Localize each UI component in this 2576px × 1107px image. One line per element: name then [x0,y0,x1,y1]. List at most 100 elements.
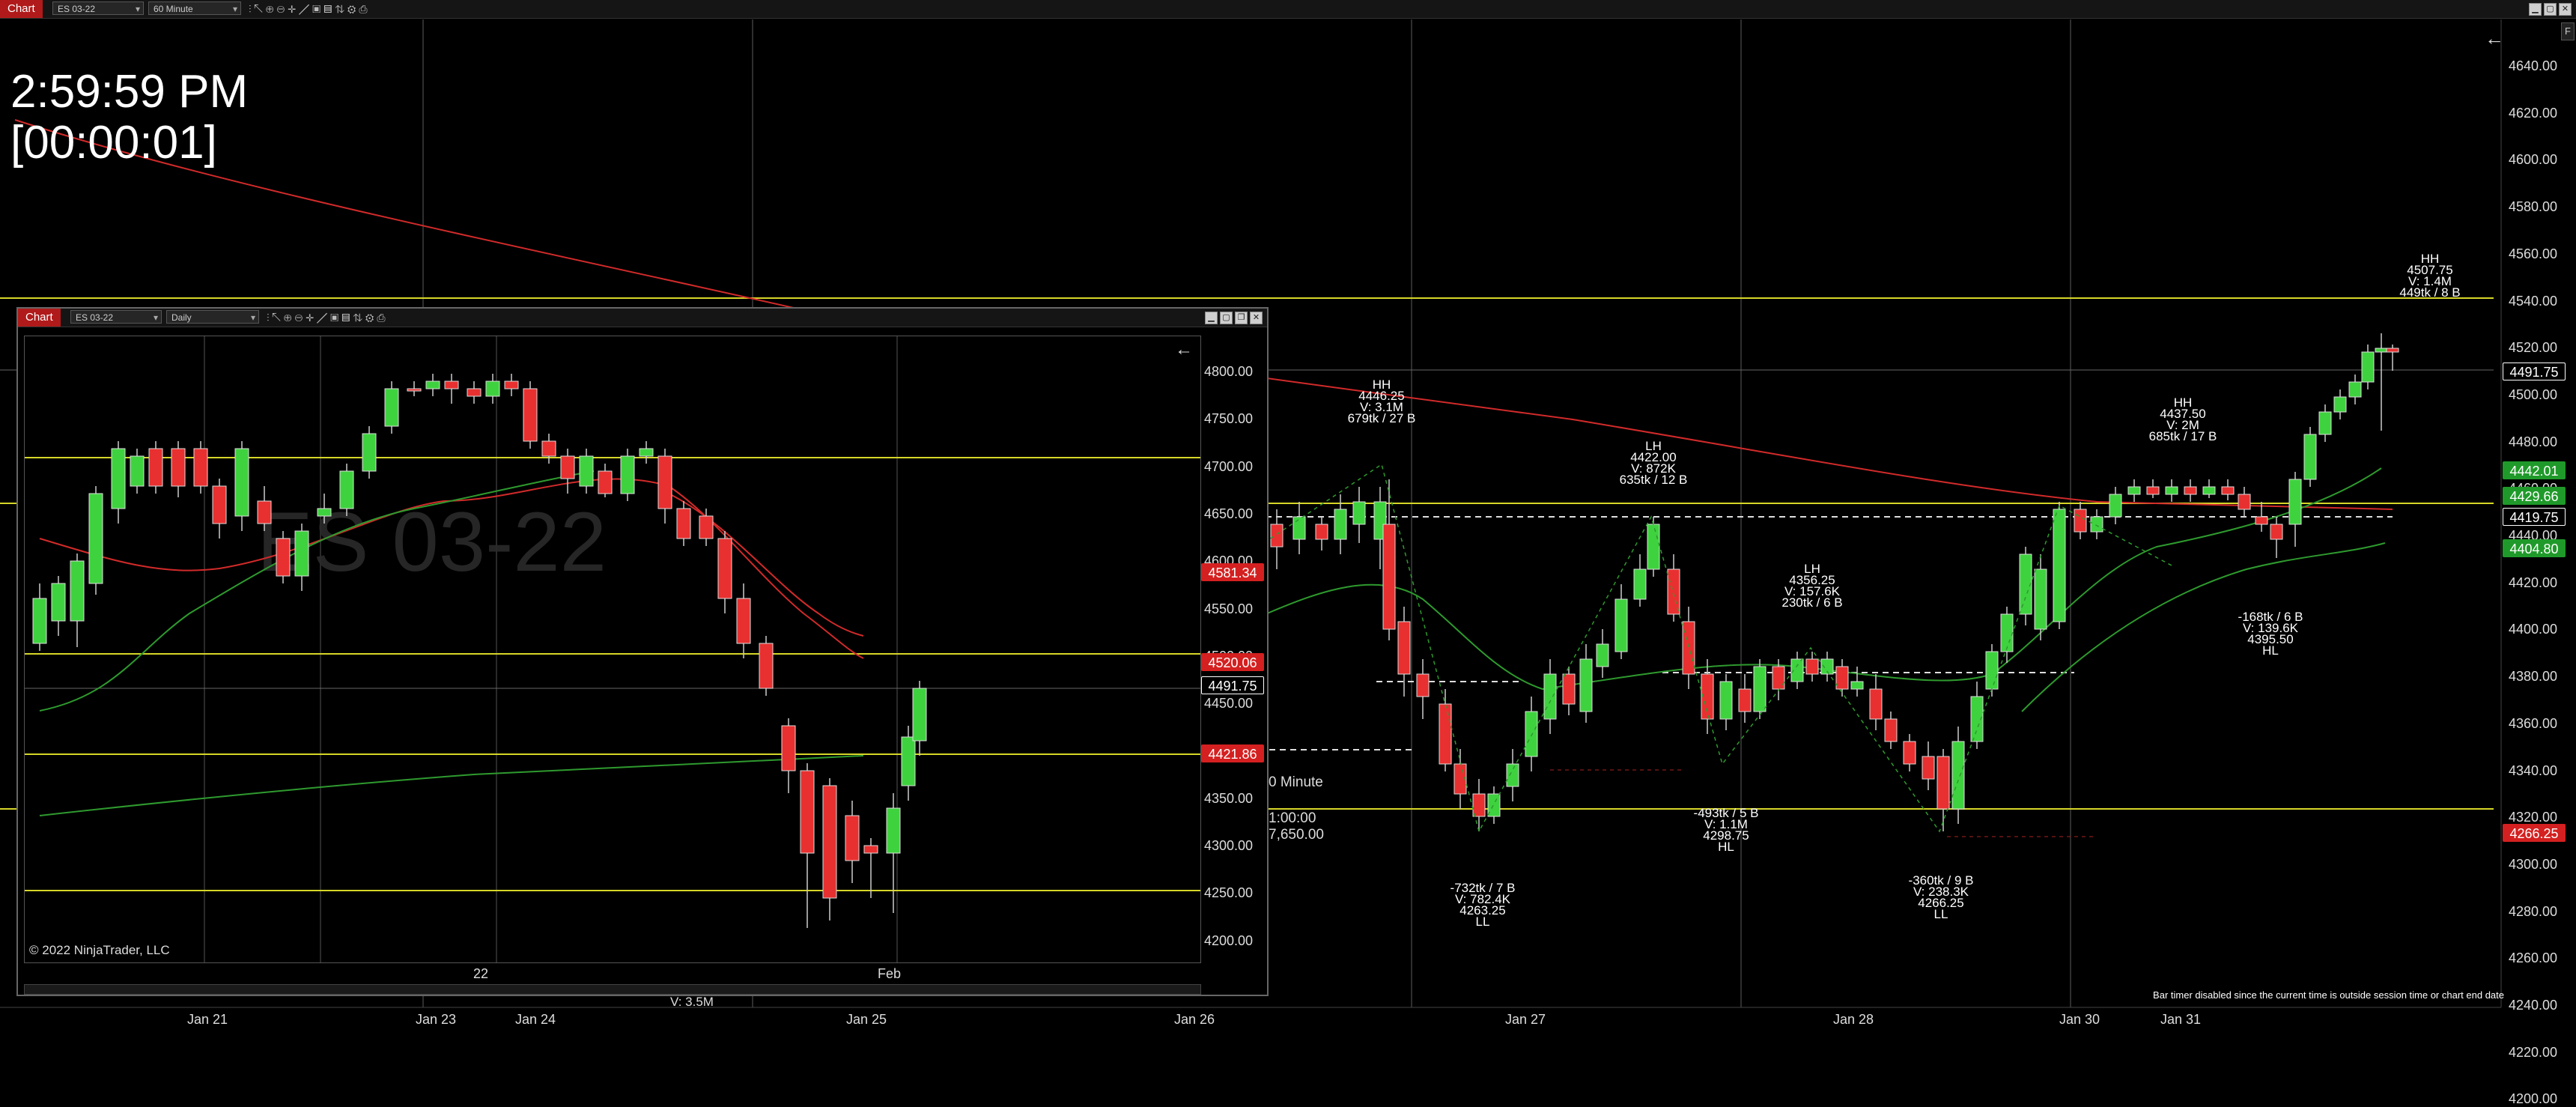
daily-instrument-select[interactable]: ES 03-22 [70,310,162,324]
candle [1682,621,1695,675]
candle [1719,681,1733,720]
candle [2288,479,2302,525]
candle [2333,396,2347,413]
daily-candle [845,815,860,861]
properties-icon[interactable]: ▤ [341,312,353,324]
daily-candle [822,785,837,899]
candle [1487,793,1501,817]
candle [1936,756,1950,810]
daily-candle [257,500,272,524]
swing-label: LH 4422.00 V: 872K 635tk / 12 B [1594,440,1713,486]
price-tag: 4266.25 [2503,824,2566,842]
line-tool-icon[interactable]: ╱ [317,312,330,324]
drawing-tool-icon[interactable]: ↖ [273,312,284,324]
daily-time-axis-label: Feb [878,966,902,981]
close-icon[interactable]: ✕ [1250,312,1263,324]
candle [1525,711,1538,757]
time-axis-label: Jan 24 [515,1012,556,1027]
daily-back-arrow-icon[interactable]: ← [1175,339,1193,360]
candle [1352,501,1366,525]
candle [2375,348,2388,353]
candle [2146,486,2160,495]
minimize-icon[interactable]: ▁ [1205,312,1218,324]
candle [1439,703,1452,765]
candle [2109,494,2122,518]
swing-label: -732tk / 7 B V: 782.4K 4263.25 LL [1423,882,1543,928]
restore-icon[interactable]: ❐ [1235,312,1248,324]
maximize-icon[interactable]: ▢ [1220,312,1233,324]
swing-label: -493tk / 5 B V: 1.1M 4298.75 HL [1666,807,1786,854]
candle [1562,673,1576,705]
daily-time-axis-label: 22 [473,966,489,981]
candle [2221,486,2235,495]
candle [1543,673,1557,720]
candle [2303,434,2317,480]
bar-timer-note: Bar timer disabled since the current tim… [2153,989,2504,1001]
zoom-out-icon[interactable]: ⊖ [294,312,306,324]
price-tag: 4429.66 [2503,487,2566,505]
swing-label: -360tk / 9 B V: 238.3K 4266.25 LL [1881,874,2001,921]
candle [1772,666,1785,690]
candle [1472,793,1486,817]
daily-candle [193,448,208,487]
daily-scrollbar[interactable] [24,984,1201,995]
swing-label-line: 685tk / 17 B [2148,429,2217,443]
time-axis-label: Jan 31 [2160,1012,2202,1027]
daily-horizontal-lines [25,457,1200,891]
indicator-icon[interactable]: ⇅ [353,312,365,324]
time-axis-label: Jan 21 [187,1012,228,1027]
daily-candle [598,470,613,494]
swing-label-line: HL [1718,840,1734,854]
zoom-in-icon[interactable]: ⊕ [284,312,295,324]
strategy-icon[interactable]: ⚙ [365,312,377,324]
candle [1869,688,1883,720]
candle [2255,516,2268,525]
candle [1951,741,1965,810]
candle [2184,486,2197,495]
daily-price-tag: 4581.34 [1201,563,1264,581]
time-axis-label: Jan 25 [846,1012,887,1027]
candle [1596,643,1609,667]
candle [2348,381,2362,398]
main-time-axis[interactable]: Jan 21 Jan 23 Jan 24 Jan 25 Jan 26 Jan 27 Jan … [0,1007,2501,1037]
daily-candle [485,380,500,397]
candle [1738,688,1752,712]
main-price-tags: 4491.75 4442.01 4429.66 4419.75 4404.80 4266.… [2503,0,2570,1049]
daily-candle [425,380,440,389]
daily-chart-tab[interactable]: Chart [18,309,61,327]
candle [2127,486,2141,495]
template-icon[interactable]: ▣ [330,312,341,324]
daily-time-axis[interactable]: 22 Feb [24,965,1200,983]
candle [1647,524,1660,570]
daily-candle [781,725,796,771]
candle [2000,613,2014,652]
candle [1903,741,1916,765]
data-series-icon[interactable]: ⫶ [267,312,273,324]
daily-chart-canvas [25,336,1200,962]
time-axis-label: Jan 28 [1833,1012,1874,1027]
daily-candle [541,440,556,457]
candle [1850,681,1864,690]
attach-icon[interactable]: ⎙ [377,312,388,324]
daily-drawing-tools[interactable]: ⫶↖⊕⊖✛╱▣▤⇅⚙⎙ [267,309,389,327]
candle [1416,673,1430,697]
daily-price-tag: 4520.06 [1201,653,1264,671]
candle [1506,763,1519,787]
time-axis-label: Jan 30 [2059,1012,2100,1027]
swing-label-line: HL [2262,643,2279,658]
daily-candle [467,388,482,397]
daily-candle [657,455,672,509]
crosshair-icon[interactable]: ✛ [306,312,317,324]
daily-candle [444,380,459,389]
candle [2090,516,2103,533]
daily-interval-select[interactable]: Daily [166,310,259,324]
daily-candle [912,688,927,741]
daily-candle [800,770,815,854]
daily-chart-window[interactable]: Chart ES 03-22 Daily ⫶↖⊕⊖✛╱▣▤⇅⚙⎙ ▁▢❐✕ ES… [16,307,1269,996]
right-edge-button[interactable]: F [2561,22,2575,40]
daily-plot-area[interactable]: ES 03-22 ← © 2022 NinjaTrader, LLC [24,336,1201,963]
daily-candle [407,388,422,392]
main-timer-time: 2:59:59 PM [10,66,249,118]
time-axis-label: Jan 27 [1505,1012,1546,1027]
back-arrow-icon[interactable]: ← [2485,27,2504,50]
